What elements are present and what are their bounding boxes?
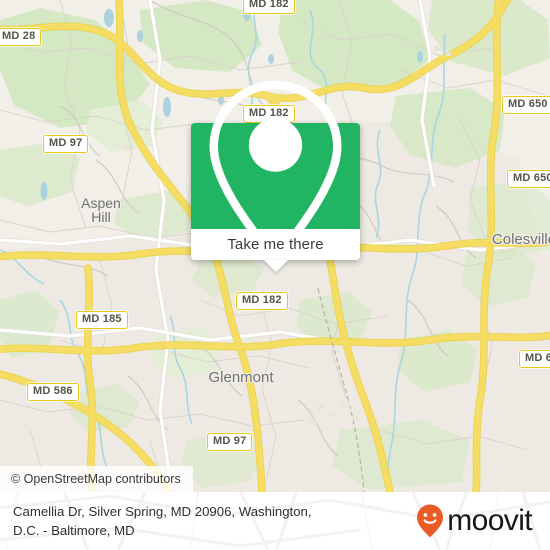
shield-label: MD 97 [49,137,83,149]
shield-label: MD 97 [213,435,247,447]
map-pin-icon [209,80,342,265]
shield-label: MD 28 [2,30,36,42]
road-shield-md-650-n: MD 650 [502,96,550,114]
footer-bar: Camellia Dr, Silver Spring, MD 20906, Wa… [0,492,550,550]
popup-pin-panel [191,80,360,265]
location-address: Camellia Dr, Silver Spring, MD 20906, Wa… [13,502,312,540]
road-shield-md-650-se: MD 6 [519,350,550,368]
popup-action-bar[interactable]: Take me there [191,229,360,272]
road-shield-md-97-s: MD 97 [207,433,253,451]
address-line-2: D.C. - Baltimore, MD [13,523,135,538]
take-me-there-label: Take me there [227,236,324,253]
shield-label: MD 650 [513,172,550,184]
popup-tail [263,260,288,272]
footer-content: Camellia Dr, Silver Spring, MD 20906, Wa… [0,492,550,550]
road-shield-md-185: MD 185 [76,311,128,329]
moovit-map-screenshot: .g { fill:#d5e8c4; } .g2 { fill:#e4eed6;… [0,0,550,550]
moovit-wordmark: moovit [447,504,532,537]
shield-label: MD 6 [525,352,550,364]
take-me-there-popup[interactable]: Take me there [191,80,360,272]
address-line-1: Camellia Dr, Silver Spring, MD 20906, Wa… [13,504,312,519]
road-shield-md-586: MD 586 [27,383,79,401]
road-shield-md-28: MD 28 [0,28,42,46]
moovit-smiley-pin-icon [417,504,444,538]
shield-label: MD 650 [508,98,548,110]
osm-attribution[interactable]: © OpenStreetMap contributors [0,466,193,492]
osm-attribution-text: © OpenStreetMap contributors [11,472,181,486]
shield-label: MD 185 [82,313,122,325]
moovit-logo[interactable]: moovit [415,503,533,539]
road-shield-md-650-e: MD 650 [507,170,550,188]
shield-label: MD 586 [33,385,73,397]
road-shield-md-97-n: MD 97 [43,135,89,153]
map-canvas[interactable]: .g { fill:#d5e8c4; } .g2 { fill:#e4eed6;… [0,0,550,492]
